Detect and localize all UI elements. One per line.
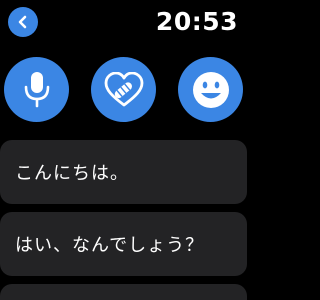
chevron-left-icon	[16, 15, 30, 29]
microphone-icon	[22, 71, 52, 109]
reply-item[interactable]: はい、なんでしょう？	[0, 212, 247, 276]
smiley-icon	[191, 70, 231, 110]
reply-text: こんにちは。	[15, 163, 129, 184]
reply-item[interactable]: こんにちは。	[0, 140, 247, 204]
reply-item[interactable]	[0, 284, 247, 300]
reply-text: はい、なんでしょう？	[15, 235, 205, 256]
clock-time: 20:53	[155, 7, 238, 36]
back-button[interactable]	[8, 7, 38, 37]
watch-screen: 20:53 こんにちは。 はい、なんでしょう？	[0, 0, 247, 300]
emoji-button[interactable]	[178, 57, 243, 122]
heart-hand-icon	[104, 71, 144, 108]
dictation-button[interactable]	[4, 57, 69, 122]
scribble-button[interactable]	[91, 57, 156, 122]
